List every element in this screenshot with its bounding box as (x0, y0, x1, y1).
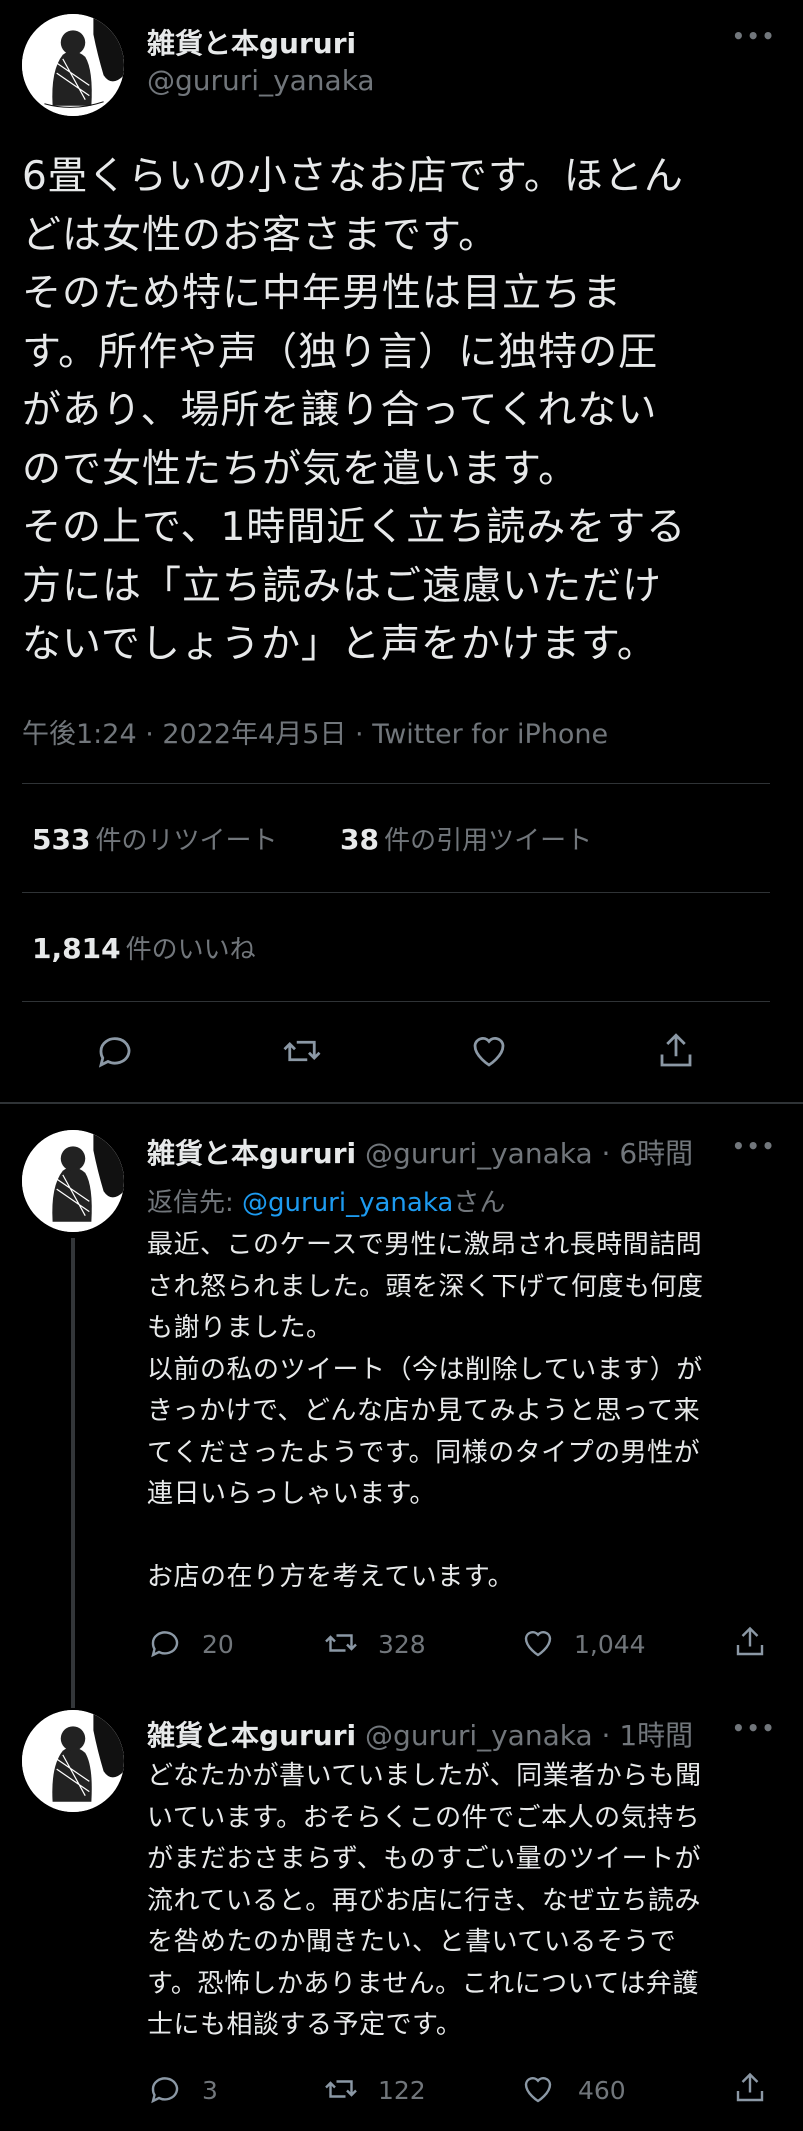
more-options-icon[interactable]: ••• (732, 24, 776, 48)
like-icon[interactable] (520, 1625, 556, 1661)
reply-to-handle[interactable]: @gururi_yanaka (242, 1188, 453, 1218)
likes-label: 件のいいね (125, 935, 256, 965)
reply-header: 雑貨と本gururi @gururi_yanaka · 6時間 (147, 1132, 693, 1172)
avatar[interactable] (22, 14, 124, 116)
reply-header: 雑貨と本gururi @gururi_yanaka · 1時間 (147, 1714, 693, 1754)
quotes-label: 件の引用ツイート (384, 826, 593, 856)
thread-line (71, 1238, 75, 1708)
author-name[interactable]: 雑貨と本gururi (147, 1137, 356, 1170)
share-icon[interactable] (655, 1030, 697, 1072)
avatar-illustration-icon (22, 14, 124, 116)
like-count: 1,044 (574, 1630, 646, 1659)
author-name[interactable]: 雑貨と本gururi (147, 1719, 356, 1752)
share-icon[interactable] (732, 1624, 768, 1660)
likes-stat[interactable]: 1,814 件のいいね (32, 929, 256, 966)
reply-icon[interactable] (94, 1030, 136, 1072)
like-icon[interactable] (468, 1030, 510, 1072)
retweet-icon[interactable] (322, 1625, 360, 1661)
reply-count: 20 (202, 1630, 234, 1659)
avatar[interactable] (22, 1710, 124, 1812)
more-options-icon[interactable]: ••• (732, 1134, 776, 1158)
retweet-count: 122 (378, 2076, 426, 2105)
retweet-count: 328 (378, 1630, 426, 1659)
avatar[interactable] (22, 1130, 124, 1232)
reply-icon[interactable] (147, 1625, 183, 1661)
reply-to: 返信先: @gururi_yanakaさん (147, 1182, 505, 1219)
share-icon[interactable] (732, 2070, 768, 2106)
tweet-timestamp: 午後1:24 · 2022年4月5日 · Twitter for iPhone (22, 719, 609, 750)
reply-time[interactable]: · 6時間 (602, 1137, 694, 1170)
quotes-count: 38 (340, 823, 379, 856)
avatar-illustration-icon (22, 1130, 124, 1232)
reply-to-suffix: さん (453, 1188, 506, 1218)
divider (0, 1102, 803, 1104)
reply-to-label: 返信先: (147, 1188, 243, 1218)
author-name[interactable]: 雑貨と本gururi (147, 22, 356, 62)
author-handle[interactable]: @gururi_yanaka (147, 64, 375, 97)
reply-time[interactable]: · 1時間 (602, 1719, 694, 1752)
divider (22, 783, 770, 784)
like-count: 460 (578, 2076, 626, 2105)
retweet-icon[interactable] (280, 1030, 324, 1072)
avatar-illustration-icon (22, 1710, 124, 1812)
reply-text: 最近、このケースで男性に激昂され長時間詰問 され怒られました。頭を深く下げて何度… (147, 1230, 704, 1592)
reply-count: 3 (202, 2076, 218, 2105)
divider (22, 892, 770, 893)
author-handle[interactable]: @gururi_yanaka (365, 1137, 593, 1170)
retweets-stat[interactable]: 533 件のリツイート (32, 820, 278, 857)
retweets-label: 件のリツイート (95, 826, 278, 856)
retweet-icon[interactable] (322, 2071, 360, 2107)
author-handle[interactable]: @gururi_yanaka (365, 1719, 593, 1752)
likes-count: 1,814 (32, 932, 121, 965)
tweet-text: 6畳くらいの小さなお店です。ほとん どは女性のお客さまです。 そのため特に中年男… (22, 154, 687, 667)
divider (22, 1001, 770, 1002)
retweets-count: 533 (32, 823, 91, 856)
reply-icon[interactable] (147, 2071, 183, 2107)
like-icon[interactable] (520, 2071, 556, 2107)
quotes-stat[interactable]: 38 件の引用ツイート (340, 820, 592, 857)
reply-text: どなたかが書いていましたが、同業者からも聞 いています。おそらくこの件でご本人の… (147, 1761, 702, 2040)
more-options-icon[interactable]: ••• (732, 1716, 776, 1740)
